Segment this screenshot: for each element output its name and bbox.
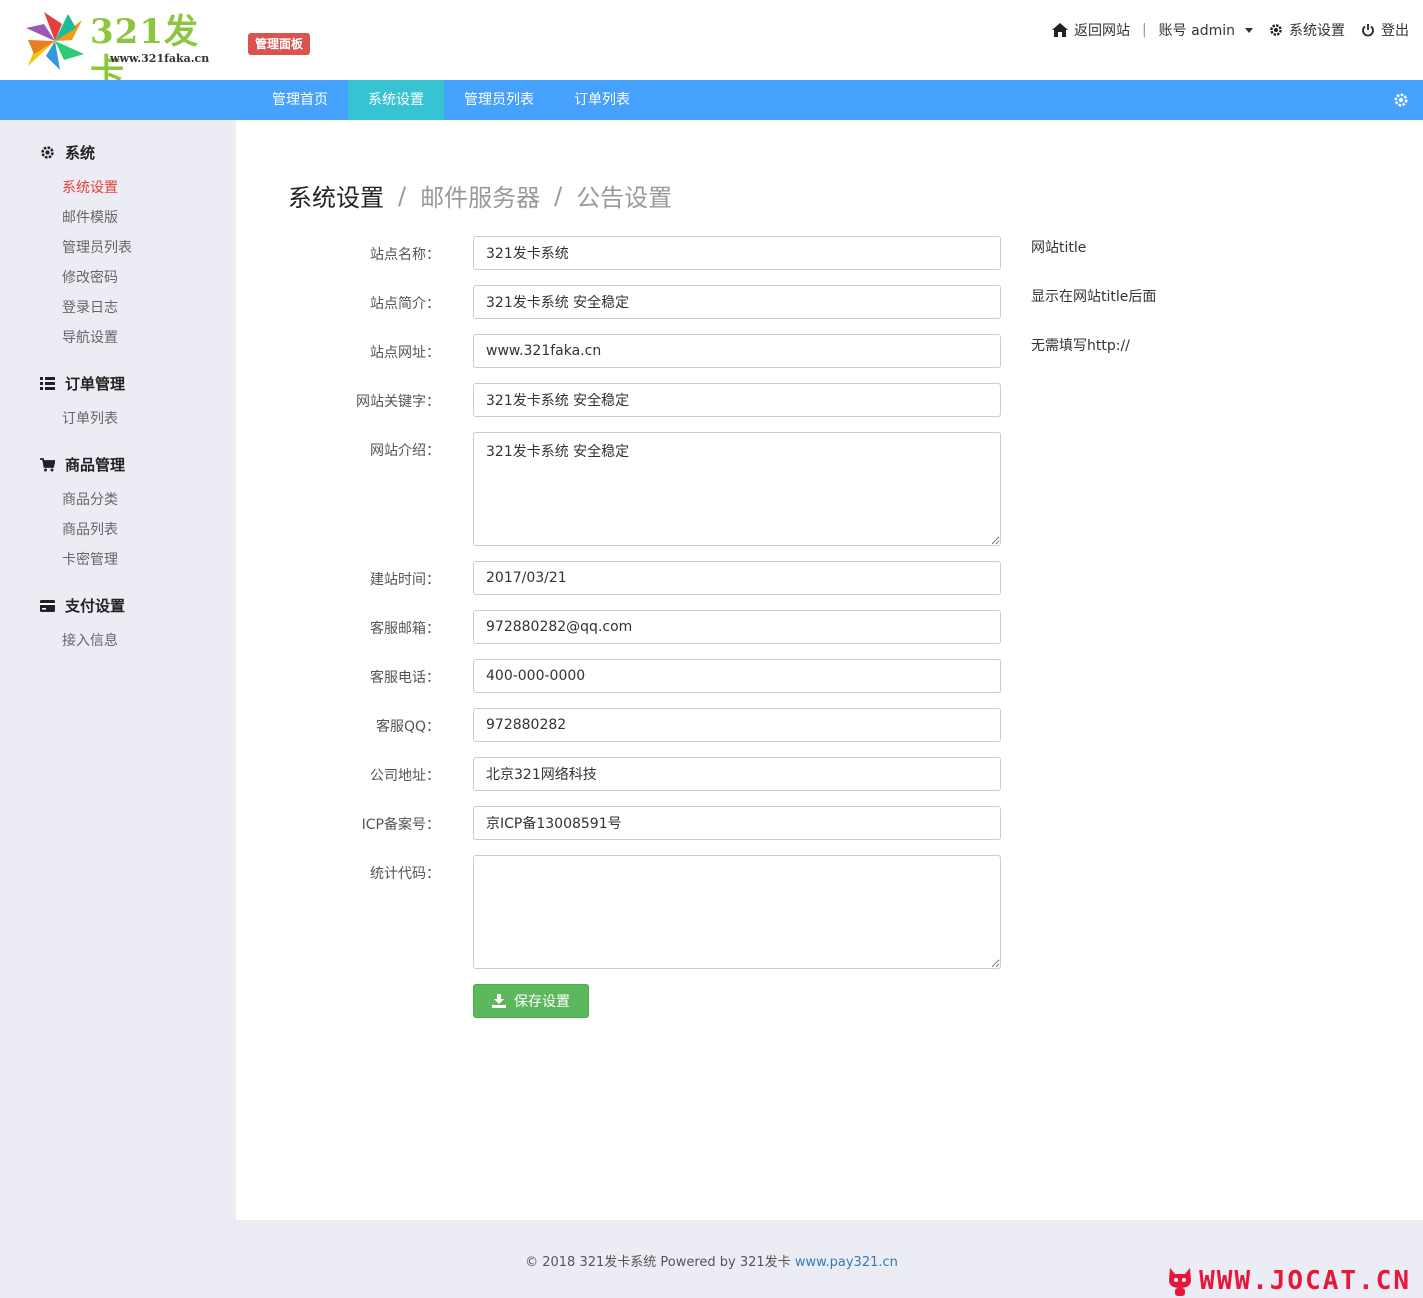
phone-input[interactable] (473, 659, 1001, 693)
description-textarea[interactable]: 321发卡系统 安全稳定 (473, 432, 1001, 546)
site-url-help: 无需填写http:// (1031, 338, 1130, 354)
breadcrumb-system-settings[interactable]: 系统设置 (288, 178, 384, 213)
sidebar-group-products: 商品管理 (40, 454, 125, 475)
nav-item-system-settings[interactable]: 系统设置 (348, 80, 444, 120)
logo[interactable]: 321发卡 www.321faka.cn (24, 10, 224, 92)
sidebar-group-system: 系统 (40, 142, 95, 163)
admin-panel-badge: 管理面板 (248, 33, 311, 55)
footer-copyright: © 2018 321发卡系统 Powered by 321发卡 (525, 1255, 795, 1270)
email-input[interactable] (473, 610, 1001, 644)
sidebar-item-mail-template[interactable]: 邮件模版 (62, 207, 118, 227)
site-url-label: 站点网址： (370, 345, 440, 361)
site-brief-label: 站点简介： (370, 296, 440, 312)
site-name-help: 网站title (1031, 240, 1087, 256)
sidebar-group-title: 系统 (65, 144, 96, 162)
phone-label: 客服电话： (370, 670, 440, 686)
footer: © 2018 321发卡系统 Powered by 321发卡 www.pay3… (0, 1220, 1423, 1298)
breadcrumb: 系统设置 / 邮件服务器 / 公告设置 (288, 178, 672, 213)
back-to-site-link[interactable]: 返回网站 (1051, 20, 1130, 40)
save-settings-label: 保存设置 (514, 994, 570, 1010)
breadcrumb-separator: / (398, 181, 407, 210)
gear-icon (41, 146, 54, 159)
build-date-label: 建站时间： (370, 572, 440, 588)
watermark: WWW.JOCAT.CN (1167, 1266, 1411, 1296)
cart-icon (40, 457, 55, 471)
gear-icon[interactable] (1393, 92, 1409, 108)
logout-label: 登出 (1381, 23, 1409, 39)
divider: | (1141, 22, 1147, 38)
list-icon (40, 377, 55, 390)
sidebar-group-payment: 支付设置 (40, 595, 125, 616)
system-settings-link[interactable]: 系统设置 (1269, 20, 1345, 40)
watermark-text: WWW.JOCAT.CN (1199, 1266, 1411, 1296)
breadcrumb-mail-server[interactable]: 邮件服务器 (420, 178, 540, 213)
sidebar-item-card-management[interactable]: 卡密管理 (62, 549, 118, 569)
credit-card-icon (40, 599, 55, 612)
download-icon (492, 994, 506, 1008)
keywords-label: 网站关键字： (356, 394, 440, 410)
icp-input[interactable] (473, 806, 1001, 840)
address-input[interactable] (473, 757, 1001, 791)
sidebar-item-admin-list[interactable]: 管理员列表 (62, 237, 132, 257)
site-url-input[interactable] (473, 334, 1001, 368)
build-date-input[interactable] (473, 561, 1001, 595)
qq-input[interactable] (473, 708, 1001, 742)
stats-code-textarea[interactable] (473, 855, 1001, 969)
sidebar-item-order-list[interactable]: 订单列表 (62, 408, 118, 428)
site-name-label: 站点名称： (370, 247, 440, 263)
breadcrumb-separator: / (554, 181, 563, 210)
main-nav: 管理首页 系统设置 管理员列表 订单列表 (0, 80, 1423, 120)
sidebar-item-product-category[interactable]: 商品分类 (62, 489, 118, 509)
sidebar-group-orders: 订单管理 (40, 373, 125, 394)
logout-link[interactable]: 登出 (1361, 20, 1409, 40)
account-dropdown[interactable]: 账号 admin (1159, 20, 1269, 40)
site-brief-input[interactable] (473, 285, 1001, 319)
system-settings-label: 系统设置 (1289, 23, 1345, 39)
power-icon (1362, 24, 1374, 37)
gear-icon (1270, 24, 1282, 36)
sidebar-group-title: 支付设置 (65, 597, 126, 615)
sidebar-item-access-info[interactable]: 接入信息 (62, 630, 118, 650)
sidebar-group-title: 订单管理 (65, 375, 126, 393)
sidebar: 系统 系统设置 邮件模版 管理员列表 修改密码 登录日志 导航设置 订单管理 订… (0, 120, 236, 1220)
stats-code-label: 统计代码： (370, 866, 440, 882)
sidebar-item-system-settings[interactable]: 系统设置 (62, 177, 118, 197)
save-settings-button[interactable]: 保存设置 (473, 984, 589, 1018)
site-name-input[interactable] (473, 236, 1001, 270)
description-label: 网站介绍： (370, 443, 440, 459)
nav-item-admin-list[interactable]: 管理员列表 (444, 80, 554, 120)
top-right-menu: 返回网站 | 账号 admin 系统设置 登出 (1051, 20, 1409, 40)
site-brief-help: 显示在网站title后面 (1031, 289, 1157, 305)
sidebar-item-change-password[interactable]: 修改密码 (62, 267, 118, 287)
main-content: 系统设置 / 邮件服务器 / 公告设置 站点名称： 网站title 站点简介： … (236, 120, 1423, 1220)
address-label: 公司地址： (370, 768, 440, 784)
pinwheel-logo-icon (26, 12, 84, 70)
sidebar-group-title: 商品管理 (65, 456, 126, 474)
account-label: 账号 admin (1158, 23, 1235, 39)
nav-items: 管理首页 系统设置 管理员列表 订单列表 (252, 80, 650, 120)
sidebar-item-nav-settings[interactable]: 导航设置 (62, 327, 118, 347)
email-label: 客服邮箱： (370, 621, 440, 637)
sidebar-item-login-log[interactable]: 登录日志 (62, 297, 118, 317)
footer-link[interactable]: www.pay321.cn (795, 1255, 898, 1270)
home-icon (1051, 23, 1068, 37)
caret-down-icon (1245, 27, 1253, 33)
breadcrumb-announcement[interactable]: 公告设置 (576, 178, 672, 213)
logo-url: www.321faka.cn (110, 52, 210, 65)
back-to-site-label: 返回网站 (1073, 23, 1130, 39)
nav-item-order-list[interactable]: 订单列表 (554, 80, 650, 120)
top-header: 321发卡 www.321faka.cn 管理面板 返回网站 | 账号 admi… (0, 0, 1423, 92)
nav-item-dashboard[interactable]: 管理首页 (252, 80, 348, 120)
icp-label: ICP备案号： (361, 817, 440, 833)
sidebar-item-product-list[interactable]: 商品列表 (62, 519, 118, 539)
qq-label: 客服QQ： (375, 719, 440, 735)
keywords-input[interactable] (473, 383, 1001, 417)
cat-icon (1169, 1268, 1192, 1296)
